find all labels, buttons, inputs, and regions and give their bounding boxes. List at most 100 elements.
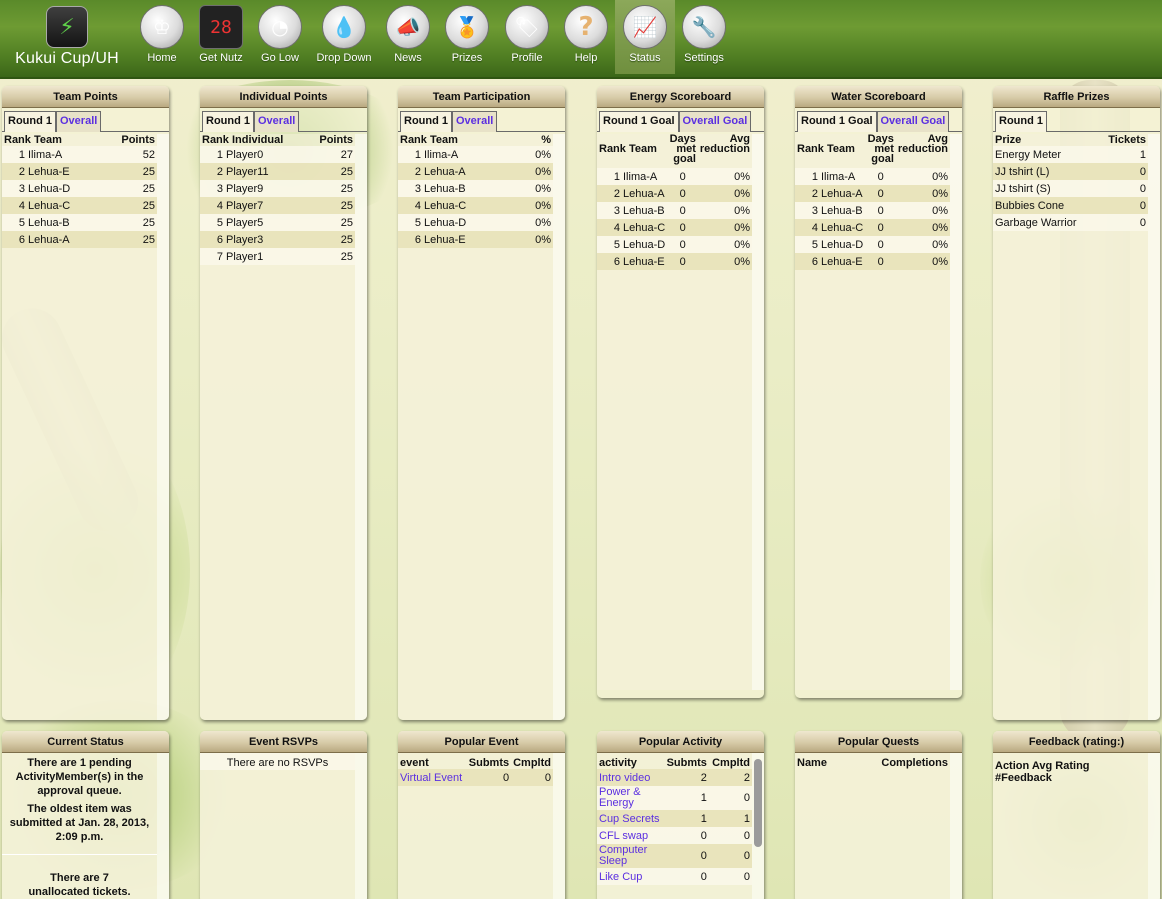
submitted-cell: 0	[663, 844, 709, 868]
reduction-cell: 0%	[895, 202, 950, 219]
table-row: 2 Lehua-A 0 0%	[597, 185, 752, 202]
days-cell: 0	[667, 168, 698, 185]
scrollbar[interactable]	[553, 753, 565, 899]
prize-cell: JJ tshirt (L)	[993, 163, 1098, 180]
column-header: Submts	[666, 757, 707, 769]
player-cell: Player3	[226, 233, 264, 246]
nav-get-nutz[interactable]: 28 Get Nutz	[191, 5, 251, 75]
tab-overall[interactable]: Overall	[56, 111, 102, 132]
activity-link[interactable]: CFL swap	[599, 830, 648, 842]
tab-overall-goal[interactable]: Overall Goal	[678, 111, 752, 132]
nav-help[interactable]: ? Help	[556, 5, 616, 75]
app-logo[interactable]: ⚡ Kukui Cup/UH	[12, 6, 122, 74]
points-cell: 25	[307, 214, 355, 231]
days-cell: 0	[667, 185, 698, 202]
divider	[2, 854, 157, 855]
tab-round-1[interactable]: Round 1	[202, 111, 254, 132]
reduction-cell: 0%	[697, 168, 752, 185]
scrollbar[interactable]	[1148, 753, 1160, 899]
activity-link[interactable]: Power & Energy	[599, 786, 641, 809]
empty-message: There are no RSVPs	[200, 753, 355, 770]
scrollbar[interactable]	[950, 134, 962, 690]
tab-round-1[interactable]: Round 1	[995, 111, 1047, 132]
submitted-cell: 1	[663, 786, 709, 810]
current-status-panel: Current Status There are 1 pending Activ…	[2, 731, 169, 899]
reduction-cell: 0%	[697, 236, 752, 253]
team-cell: Lehua-C	[28, 199, 71, 212]
nav-profile[interactable]: 🏷 Profile	[497, 5, 557, 75]
help-icon: ?	[564, 5, 608, 49]
trophy-logo-icon: ⚡	[46, 6, 88, 48]
scrollbar[interactable]	[950, 753, 962, 899]
table-row: 5 Player5 25	[200, 214, 355, 231]
event-link[interactable]: Virtual Event	[400, 772, 462, 784]
tab-bar: Round 1 Overall	[200, 108, 367, 132]
table-row: 4 Lehua-C 0%	[398, 197, 553, 214]
table-row: 5 Lehua-B 25	[2, 214, 157, 231]
scrollbar[interactable]	[752, 753, 764, 899]
days-cell: 0	[865, 202, 896, 219]
individual-points-table: Rank Individual Points 1 Player0 27 2 Player…	[200, 134, 355, 265]
nav-prizes[interactable]: 🏅 Prizes	[437, 5, 497, 75]
tab-overall[interactable]: Overall	[452, 111, 498, 132]
activity-link[interactable]: Cup Secrets	[599, 813, 660, 825]
panel-body: There are no RSVPs	[200, 753, 355, 899]
reduction-cell: 0%	[697, 253, 752, 270]
nav-go-low[interactable]: ◔ Go Low	[250, 5, 310, 75]
tab-round-1-goal[interactable]: Round 1 Goal	[599, 111, 679, 132]
scrollbar[interactable]	[355, 134, 367, 720]
days-cell: 0	[865, 168, 896, 185]
panel-title: Popular Activity	[597, 731, 764, 753]
tab-overall[interactable]: Overall	[254, 111, 300, 132]
days-cell: 0	[667, 253, 698, 270]
tab-round-1[interactable]: Round 1	[400, 111, 452, 132]
points-cell: 25	[102, 197, 157, 214]
team-cell: Lehua-D	[623, 238, 666, 251]
table-row: 7 Player1 25	[200, 248, 355, 265]
points-cell: 27	[307, 146, 355, 163]
unallocated-tickets-text: There are 7 unallocated tickets.	[28, 872, 131, 898]
team-points-table: Rank Team Points 1 Ilima-A 52 2 Lehua-E 25 3L…	[2, 134, 157, 248]
oldest-item-text: The oldest item was submitted at Jan. 28…	[9, 803, 150, 843]
popular-quests-panel: Popular Quests Name Completions	[795, 731, 962, 899]
submitted-cell: 0	[466, 769, 512, 786]
activity-link[interactable]: Like Cup	[599, 871, 642, 883]
popular-activity-table: activity Submts Cmpltd Intro video 2 2 Power…	[597, 757, 752, 885]
scrollbar-thumb[interactable]	[754, 759, 762, 847]
column-header: Rank Individual	[202, 134, 284, 146]
table-row: 4 Lehua-C 25	[2, 197, 157, 214]
tab-round-1-goal[interactable]: Round 1 Goal	[797, 111, 877, 132]
activity-link[interactable]: Intro video	[599, 772, 650, 784]
scrollbar[interactable]	[752, 134, 764, 690]
panel-body: event Submts Cmpltd Virtual Event 0 0	[398, 753, 553, 899]
rank-cell: 4	[414, 199, 421, 212]
table-row: 1 Ilima-A 0 0%	[795, 168, 950, 185]
nav-status[interactable]: 📈 Status	[615, 0, 675, 74]
panel-title: Energy Scoreboard	[597, 86, 764, 108]
nav-drop-down[interactable]: 💧 Drop Down	[314, 5, 374, 75]
pending-queue-text: There are 1 pending ActivityMember(s) in…	[15, 757, 144, 797]
scrollbar[interactable]	[157, 753, 169, 899]
column-header: Days met goal	[669, 133, 696, 165]
tab-overall-goal[interactable]: Overall Goal	[876, 111, 950, 132]
nav-settings[interactable]: 🔧 Settings	[674, 5, 734, 75]
tab-bar: Round 1 Overall	[398, 108, 565, 132]
nav-news[interactable]: 📣 News	[378, 5, 438, 75]
team-cell: Ilima-A	[28, 148, 63, 161]
rank-cell: 2	[216, 165, 223, 178]
scrollbar[interactable]	[157, 134, 169, 720]
activity-link[interactable]: Computer Sleep	[599, 844, 647, 867]
panel-body: Action Avg Rating #Feedback	[993, 753, 1148, 899]
submitted-cell: 1	[663, 810, 709, 827]
medal-icon: 🏅	[445, 5, 489, 49]
panel-title: Feedback (rating:)	[993, 731, 1160, 753]
nav-home[interactable]: ♔ Home	[132, 5, 192, 75]
panel-body: Rank Team Days met goal Avg reduction 1 Ili…	[795, 134, 950, 690]
scrollbar[interactable]	[553, 134, 565, 720]
table-row: 5 Lehua-D 0%	[398, 214, 553, 231]
scrollbar[interactable]	[1148, 134, 1160, 720]
panel-body: Name Completions	[795, 753, 950, 899]
scrollbar[interactable]	[355, 753, 367, 899]
tab-round-1[interactable]: Round 1	[4, 111, 56, 132]
panel-body: There are 1 pending ActivityMember(s) in…	[2, 753, 157, 899]
